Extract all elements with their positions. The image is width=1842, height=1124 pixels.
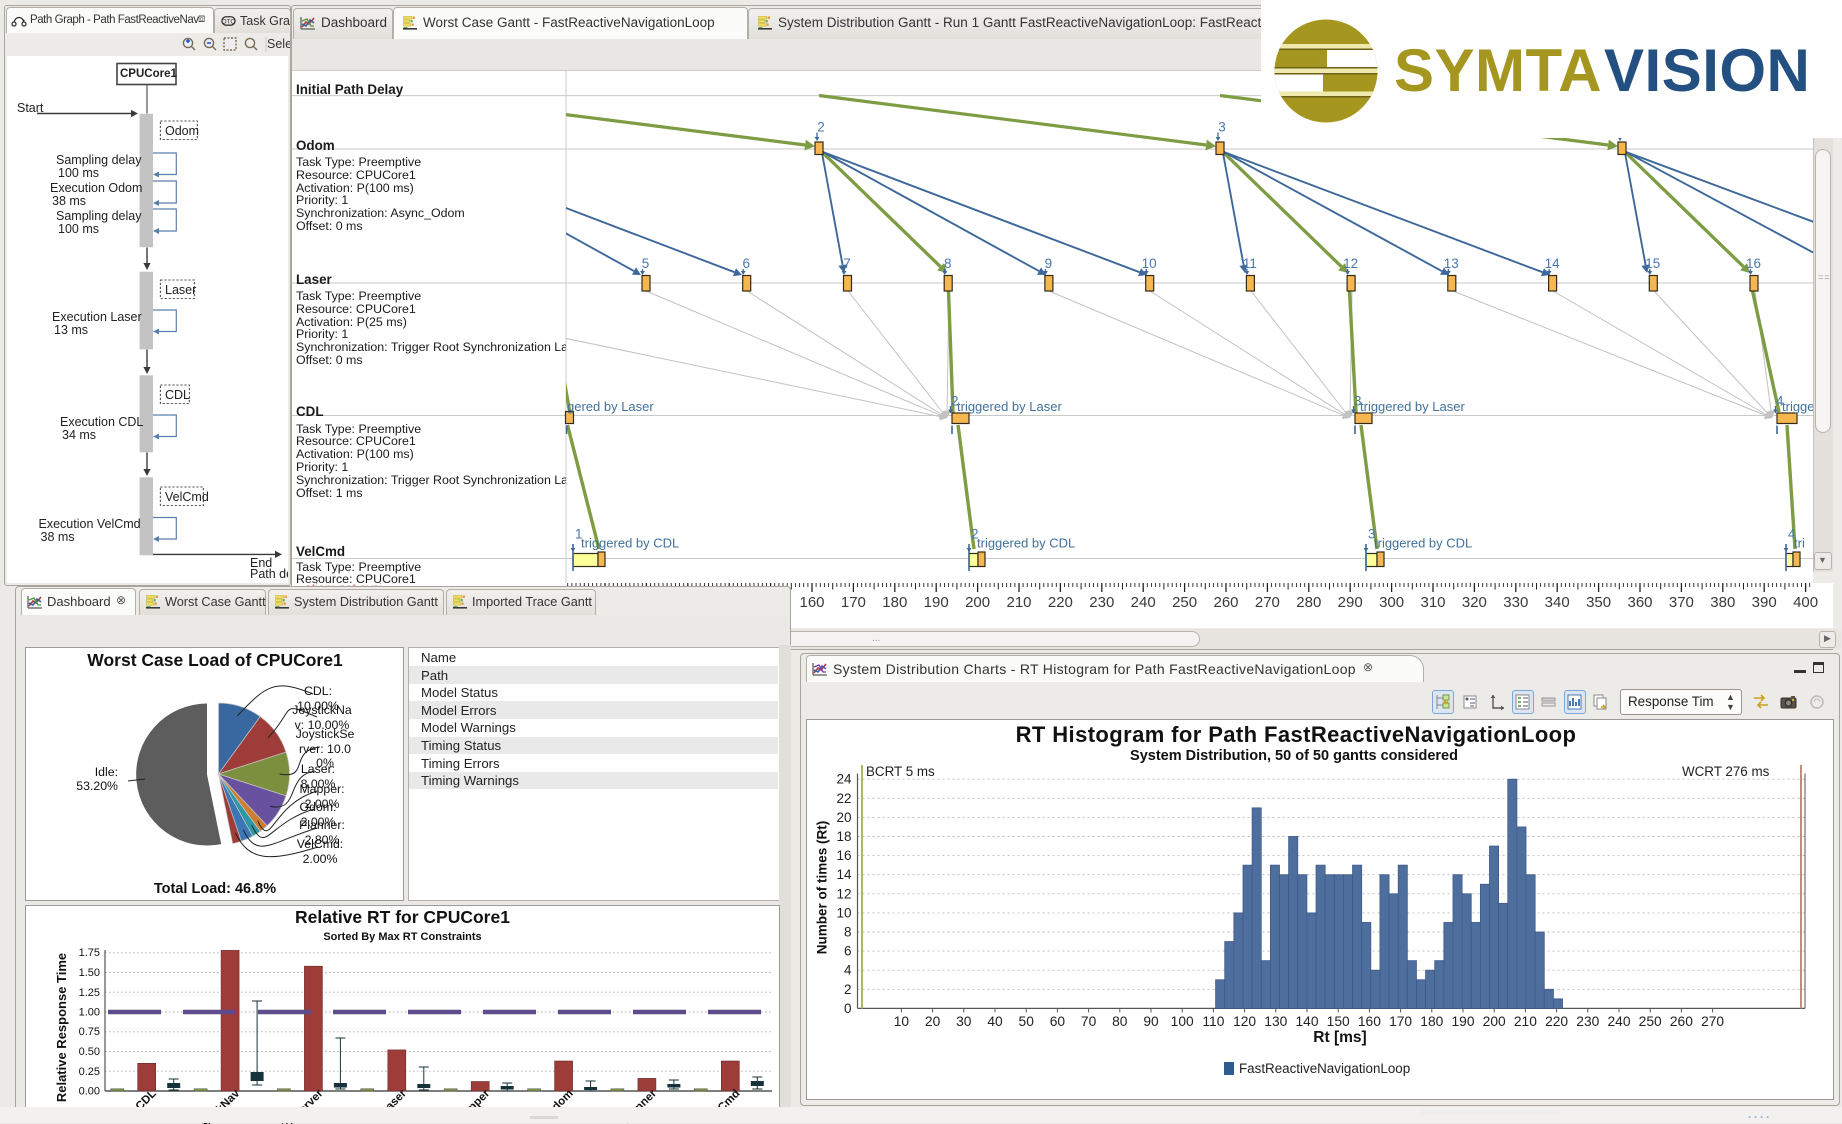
svg-text:triggered by Laser: triggered by Laser	[957, 399, 1062, 414]
svg-text:5: 5	[642, 256, 650, 271]
svg-text:240: 240	[1607, 1014, 1630, 1029]
svg-text:1.75: 1.75	[79, 947, 100, 959]
svg-text:230: 230	[1576, 1014, 1599, 1029]
svg-text:220: 220	[1048, 594, 1073, 611]
svg-text:40: 40	[987, 1014, 1003, 1029]
svg-text:170: 170	[1389, 1014, 1412, 1029]
svg-text:VISION: VISION	[1604, 37, 1810, 104]
svg-text:190: 190	[1451, 1014, 1474, 1029]
svg-text:360: 360	[1627, 594, 1652, 611]
svg-text:9: 9	[1045, 256, 1053, 271]
svg-text:100: 100	[1171, 1014, 1194, 1029]
svg-text:180: 180	[1420, 1014, 1443, 1029]
svg-text:190: 190	[924, 594, 949, 611]
svg-text:18: 18	[836, 829, 851, 844]
svg-text:triggered by Laser: triggered by Laser	[1360, 399, 1465, 414]
svg-text:60: 60	[1050, 1014, 1066, 1029]
svg-text:13: 13	[1444, 256, 1459, 271]
svg-text:110: 110	[1202, 1014, 1224, 1029]
svg-text:triggered by CDL: triggered by CDL	[581, 536, 679, 551]
svg-text:22: 22	[836, 791, 851, 806]
svg-text:130: 130	[1264, 1014, 1287, 1029]
svg-text:7: 7	[843, 256, 851, 271]
svg-text:0.50: 0.50	[79, 1046, 100, 1058]
svg-text:340: 340	[1545, 594, 1570, 611]
svg-text:15: 15	[1645, 256, 1660, 271]
svg-text:240: 240	[1131, 594, 1156, 611]
svg-text:70: 70	[1081, 1014, 1097, 1029]
svg-text:16: 16	[1746, 256, 1761, 271]
svg-text:1.00: 1.00	[79, 1007, 100, 1019]
svg-text:50: 50	[1019, 1014, 1035, 1029]
svg-text:14: 14	[1545, 256, 1561, 271]
svg-text:2: 2	[844, 982, 852, 997]
svg-text:1.50: 1.50	[79, 967, 100, 979]
svg-text:20: 20	[925, 1014, 941, 1029]
svg-text:0.00: 0.00	[79, 1086, 100, 1098]
svg-text:210: 210	[1006, 594, 1031, 611]
svg-text:160: 160	[799, 594, 824, 611]
svg-text:400: 400	[1793, 594, 1818, 611]
svg-text:11: 11	[1243, 256, 1257, 271]
svg-text:tri: tri	[1794, 536, 1805, 551]
svg-text:triggered by CDL: triggered by CDL	[977, 536, 1075, 551]
svg-text:300: 300	[1379, 594, 1404, 611]
svg-text:24: 24	[836, 772, 852, 787]
svg-text:8: 8	[944, 256, 952, 271]
svg-text:16: 16	[836, 848, 851, 863]
svg-text:270: 270	[1255, 594, 1280, 611]
svg-text:270: 270	[1701, 1014, 1724, 1029]
svg-text:330: 330	[1503, 594, 1528, 611]
svg-text:10: 10	[836, 905, 851, 920]
svg-text:SYMTA: SYMTA	[1394, 37, 1602, 104]
svg-text:8: 8	[844, 925, 852, 940]
svg-text:390: 390	[1752, 594, 1777, 611]
svg-text:12: 12	[1343, 256, 1358, 271]
svg-text:260: 260	[1213, 594, 1238, 611]
svg-text:350: 350	[1586, 594, 1611, 611]
svg-text:0.25: 0.25	[79, 1066, 100, 1078]
svg-text:Sele: Sele	[267, 37, 290, 51]
svg-text:230: 230	[1089, 594, 1114, 611]
svg-text:30: 30	[956, 1014, 972, 1029]
svg-text:370: 370	[1669, 594, 1694, 611]
svg-text:90: 90	[1143, 1014, 1159, 1029]
svg-text:200: 200	[965, 594, 990, 611]
svg-text:12: 12	[836, 886, 851, 901]
svg-text:260: 260	[1670, 1014, 1693, 1029]
svg-text:290: 290	[1338, 594, 1363, 611]
svg-text:14: 14	[836, 867, 852, 882]
svg-text:150: 150	[1327, 1014, 1350, 1029]
svg-text:3: 3	[1218, 120, 1226, 135]
svg-text:OTO: OTO	[221, 18, 235, 25]
svg-text:10: 10	[894, 1014, 910, 1029]
svg-text:10: 10	[1142, 256, 1157, 271]
svg-text:120: 120	[1233, 1014, 1256, 1029]
svg-text:320: 320	[1462, 594, 1487, 611]
svg-text:2: 2	[817, 120, 825, 135]
svg-text:250: 250	[1172, 594, 1197, 611]
svg-text:170: 170	[841, 594, 866, 611]
svg-text:220: 220	[1545, 1014, 1568, 1029]
svg-text:280: 280	[1296, 594, 1321, 611]
svg-text:6: 6	[844, 944, 852, 959]
svg-text:triggered by CDL: triggered by CDL	[1374, 536, 1472, 551]
svg-text:380: 380	[1710, 594, 1735, 611]
svg-text:0.75: 0.75	[79, 1026, 100, 1038]
svg-text:1.25: 1.25	[79, 987, 100, 999]
svg-text:180: 180	[882, 594, 907, 611]
svg-text:20: 20	[836, 810, 851, 825]
svg-text:310: 310	[1420, 594, 1445, 611]
svg-text:0: 0	[844, 1001, 852, 1016]
svg-text:4: 4	[844, 963, 852, 978]
svg-text:gered by Laser: gered by Laser	[567, 399, 654, 414]
svg-text:160: 160	[1358, 1014, 1381, 1029]
svg-text:80: 80	[1112, 1014, 1128, 1029]
svg-text:140: 140	[1295, 1014, 1318, 1029]
svg-text:210: 210	[1514, 1014, 1537, 1029]
svg-text:250: 250	[1639, 1014, 1662, 1029]
svg-text:200: 200	[1483, 1014, 1506, 1029]
svg-text:6: 6	[742, 256, 750, 271]
